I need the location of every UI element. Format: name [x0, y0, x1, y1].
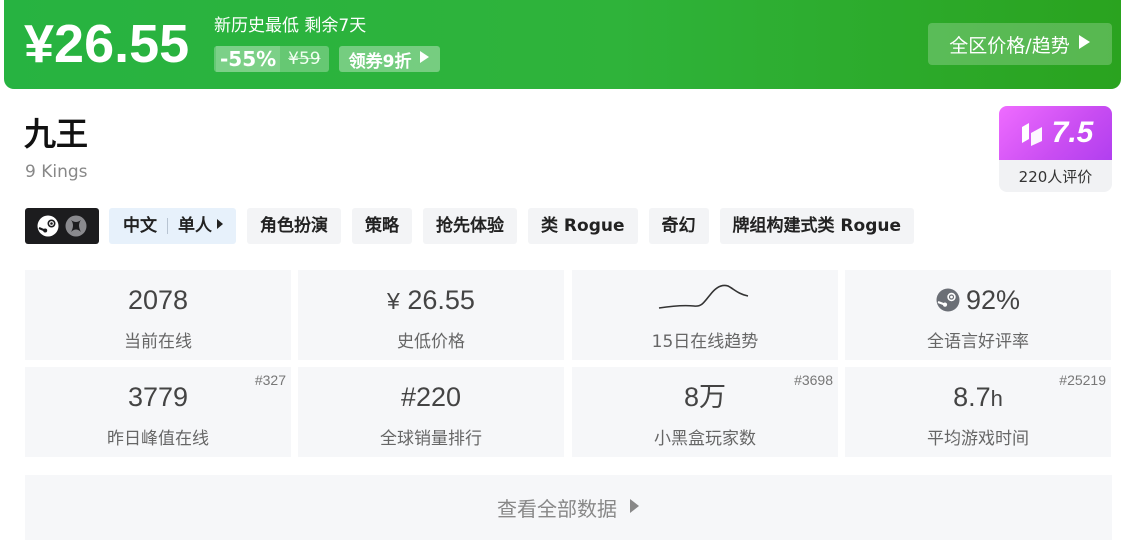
platform-tag[interactable] [25, 208, 99, 244]
stat-label: 史低价格 [397, 332, 465, 352]
tag-row: 中文 单人 角色扮演 策略 抢先体验 类 Rogue 奇幻 牌组构建式类 Rog… [25, 208, 925, 244]
steam-icon [936, 287, 960, 312]
price-currency: ¥ [24, 14, 55, 74]
stat-current-online[interactable]: 2078 当前在线 [25, 270, 291, 360]
play-arrow-icon [1078, 33, 1091, 55]
discount-badge: -55% [216, 46, 281, 72]
price-value: 26.55 [54, 14, 190, 74]
heybox-logo-icon [1018, 119, 1046, 147]
price-banner: ¥26.55 新历史最低 剩余7天 -55% ¥59 领券9折 全区价格/趋势 [4, 0, 1121, 89]
stat-label: 15日在线趋势 [651, 332, 759, 352]
play-arrow-icon [629, 498, 640, 518]
stat-number: 92% [965, 285, 1021, 315]
score-card[interactable]: 7.5 220人评价 [999, 106, 1112, 192]
stat-yesterday-peak[interactable]: #327 3779 昨日峰值在线 [25, 367, 291, 457]
stat-number: 8.7 [953, 382, 991, 412]
price-trend-label: 全区价格/趋势 [949, 34, 1070, 57]
mode-label: 单人 [178, 216, 212, 236]
stat-label: 昨日峰值在线 [107, 429, 209, 449]
tag-rpg[interactable]: 角色扮演 [247, 208, 341, 244]
stat-unit: h [990, 386, 1003, 411]
stat-label: 全语言好评率 [927, 332, 1029, 352]
score-header: 7.5 [999, 106, 1112, 160]
steam-icon [37, 215, 59, 237]
stat-value: 8.7h [845, 381, 1111, 415]
language-label: 中文 [123, 216, 157, 236]
coupon-button[interactable]: 领券9折 [338, 46, 441, 72]
current-price: ¥26.55 [24, 14, 189, 74]
stat-value: 8万 [683, 382, 727, 412]
stat-label: 全球销量排行 [380, 429, 482, 449]
view-all-data-button[interactable]: 查看全部数据 [25, 475, 1112, 540]
review-count: 220人评价 [999, 160, 1112, 192]
stat-label: 小黑盒玩家数 [654, 429, 756, 449]
caret-right-icon [216, 208, 224, 244]
view-all-label: 查看全部数据 [497, 497, 617, 521]
game-subtitle: 9 Kings [25, 162, 88, 182]
lowest-price-note: 新历史最低 剩余7天 [214, 16, 367, 36]
divider [167, 218, 168, 234]
tag-strategy[interactable]: 策略 [352, 208, 412, 244]
stat-label: 当前在线 [124, 332, 192, 352]
stat-avg-playtime[interactable]: #25219 8.7h 平均游戏时间 [845, 367, 1111, 457]
stat-value: 92% [845, 284, 1111, 316]
price-details: -55% ¥59 领券9折 [214, 46, 441, 72]
coupon-label: 领券9折 [348, 51, 412, 72]
tag-roguelike[interactable]: 类 Rogue [528, 208, 638, 244]
price-trend-button[interactable]: 全区价格/趋势 [928, 23, 1112, 65]
stat-value: #220 [400, 382, 462, 412]
xbox-icon [65, 215, 87, 237]
online-trend-sparkline [658, 284, 749, 309]
stat-positive-rate[interactable]: 92% 全语言好评率 [845, 270, 1111, 360]
language-mode-tag[interactable]: 中文 单人 [109, 208, 236, 244]
tag-early-access[interactable]: 抢先体验 [423, 208, 517, 244]
score-value: 7.5 [1051, 116, 1094, 149]
stat-label: 平均游戏时间 [927, 429, 1029, 449]
discount-box: -55% ¥59 [214, 46, 329, 72]
game-title: 九王 [24, 115, 89, 153]
stat-lowest-price[interactable]: ¥ 26.55 史低价格 [298, 270, 564, 360]
original-price: ¥59 [288, 49, 321, 69]
tag-deckbuilding-roguelike[interactable]: 牌组构建式类 Rogue [719, 208, 914, 244]
stat-value: 3779 [127, 382, 189, 412]
price-info: 新历史最低 剩余7天 -55% ¥59 领券9折 [214, 14, 441, 72]
stat-value: 2078 [127, 285, 189, 315]
stat-value: ¥ 26.55 [298, 284, 564, 317]
stat-online-trend[interactable]: 15日在线趋势 [572, 270, 838, 360]
stat-global-sales-rank[interactable]: #220 全球销量排行 [298, 367, 564, 457]
stat-heybox-players[interactable]: #3698 8万 小黑盒玩家数 [572, 367, 838, 457]
stat-currency: ¥ [387, 288, 400, 314]
tag-fantasy[interactable]: 奇幻 [648, 208, 709, 244]
play-arrow-icon [419, 49, 430, 69]
stat-number: 26.55 [407, 285, 475, 315]
